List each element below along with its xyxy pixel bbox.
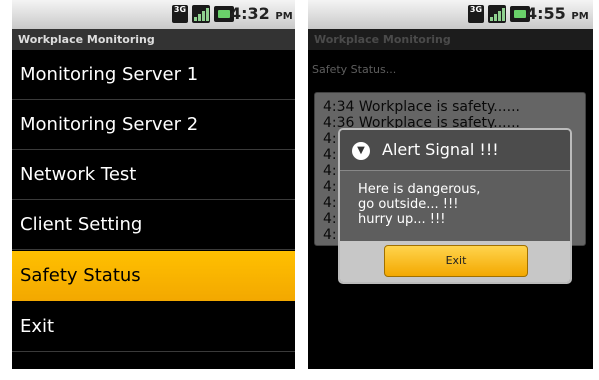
- dialog-message-line: Here is dangerous,: [358, 182, 481, 197]
- left-phone-screen: 3G 4:32 PM Workplace Monitoring Monitori…: [12, 0, 295, 369]
- clock: 4:55 PM: [526, 5, 589, 26]
- dialog-title: Alert Signal !!!: [382, 140, 499, 159]
- exit-button[interactable]: Exit: [384, 245, 528, 277]
- 3g-icon: 3G: [468, 5, 484, 23]
- dialog-message-line: hurry up... !!!: [358, 212, 446, 227]
- dialog-message: Here is dangerous, go outside... !!! hur…: [358, 182, 480, 227]
- clock: 4:32 PM: [230, 5, 293, 26]
- clock-time: 4:55: [526, 4, 566, 23]
- app-title: Workplace Monitoring: [12, 29, 295, 50]
- menu-item-exit[interactable]: Exit: [12, 302, 295, 352]
- dialog-message-line: go outside... !!!: [358, 197, 459, 212]
- clock-ampm: PM: [571, 11, 589, 22]
- signal-icon: [192, 5, 210, 23]
- signal-icon: [488, 5, 506, 23]
- dialog-header: ▼ Alert Signal !!!: [340, 130, 570, 171]
- menu-item-monitoring-server-2[interactable]: Monitoring Server 2: [12, 100, 295, 150]
- status-bar: 3G 4:55 PM: [308, 0, 593, 29]
- clock-ampm: PM: [275, 11, 293, 22]
- alert-icon: ▼: [352, 142, 370, 160]
- menu-item-safety-status[interactable]: Safety Status: [12, 251, 295, 301]
- menu-item-network-test[interactable]: Network Test: [12, 150, 295, 200]
- alert-dialog: ▼ Alert Signal !!! Here is dangerous, go…: [338, 128, 572, 284]
- 3g-icon: 3G: [172, 5, 188, 23]
- status-bar: 3G 4:32 PM: [12, 0, 295, 29]
- menu-item-monitoring-server-1[interactable]: Monitoring Server 1: [12, 50, 295, 100]
- dialog-footer: Exit: [340, 241, 570, 282]
- menu-item-client-setting[interactable]: Client Setting: [12, 200, 295, 250]
- clock-time: 4:32: [230, 4, 270, 23]
- right-phone-screen: 3G 4:55 PM Workplace Monitoring Safety S…: [308, 0, 593, 369]
